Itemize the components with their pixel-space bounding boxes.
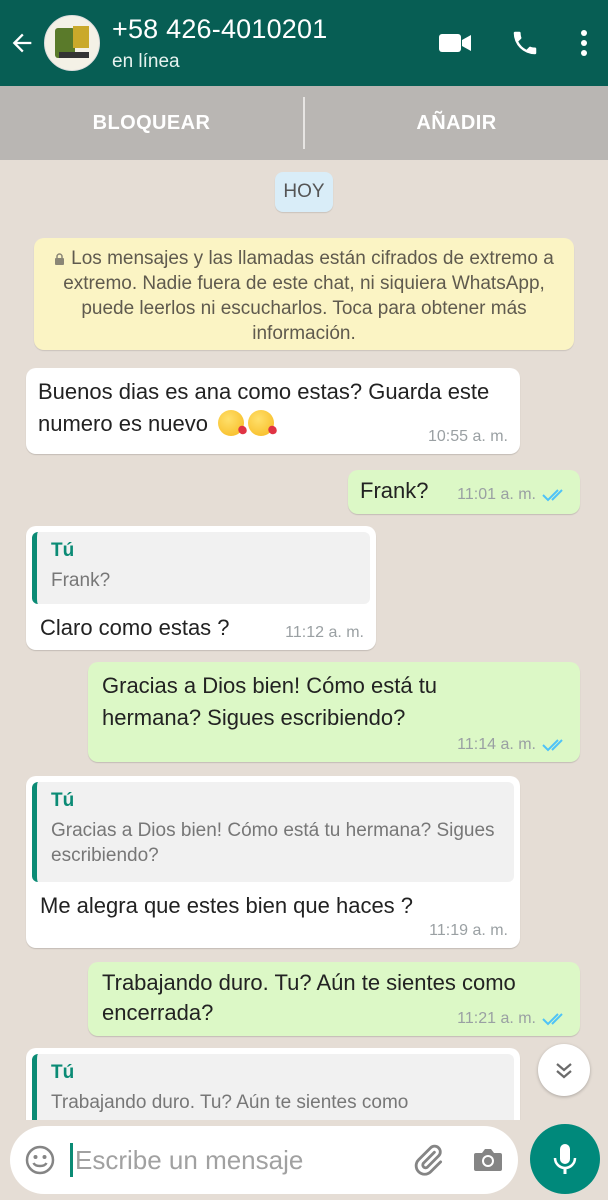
message-text: Me alegra que estes bien que haces ? — [40, 893, 414, 918]
arrow-left-icon — [12, 33, 32, 53]
block-button[interactable]: BLOQUEAR — [0, 112, 303, 135]
quote-text: Trabajando duro. Tu? Aún te sientes como — [51, 1092, 409, 1113]
paperclip-icon — [414, 1144, 443, 1176]
message-text: Claro como estas ? — [40, 615, 230, 640]
smiley-icon — [25, 1145, 55, 1175]
message-time: 11:21 a. m. — [457, 1010, 568, 1028]
message-input[interactable]: Escribe un mensaje — [75, 1145, 398, 1176]
message-time-text: 11:01 a. m. — [457, 486, 536, 503]
text-cursor — [70, 1143, 73, 1177]
message-time-text: 10:55 a. m. — [427, 428, 508, 445]
microphone-icon — [553, 1144, 577, 1174]
chat-area[interactable]: HOY Los mensajes y las llamadas están ci… — [0, 160, 608, 1120]
message-composer: Escribe un mensaje — [10, 1126, 518, 1194]
camera-icon — [474, 1149, 502, 1171]
double-chevron-down-icon — [556, 1063, 572, 1079]
message-bubble-incoming[interactable]: Tú Gracias a Dios bien! Cómo está tu her… — [26, 776, 520, 948]
date-chip: HOY — [275, 172, 333, 212]
more-vert-icon — [581, 30, 587, 56]
message-bubble-outgoing[interactable]: Trabajando duro. Tu? Aún te sientes como… — [88, 962, 580, 1036]
encryption-notice-text: Los mensajes y las llamadas están cifrad… — [63, 248, 554, 344]
message-time: 11:19 a. m. — [429, 922, 508, 940]
message-bubble-incoming[interactable]: Tú Trabajando duro. Tu? Aún te sientes c… — [26, 1048, 520, 1120]
contact-status: en línea — [112, 50, 180, 72]
video-call-button[interactable] — [420, 0, 490, 86]
contact-avatar[interactable] — [44, 15, 100, 71]
message-bubble-outgoing[interactable]: Frank? 11:01 a. m. — [348, 470, 580, 514]
message-bubble-incoming[interactable]: Buenos dias es ana como estas? Guarda es… — [26, 368, 520, 454]
quote-author: Tú — [51, 540, 75, 561]
double-check-read-icon — [542, 489, 563, 502]
message-time: 11:14 a. m. — [457, 736, 568, 754]
emoji-button[interactable] — [10, 1126, 70, 1194]
quoted-message[interactable]: Tú Frank? — [32, 532, 370, 604]
kissing-face-emoji-icon — [218, 410, 245, 436]
double-check-read-icon — [542, 739, 563, 752]
message-time: 11:12 a. m. — [285, 624, 364, 642]
chat-header: +58 426-4010201 en línea — [0, 0, 608, 86]
add-contact-button[interactable]: AÑADIR — [305, 112, 608, 135]
message-time-text: 11:14 a. m. — [457, 736, 536, 753]
double-check-read-icon — [542, 1013, 563, 1026]
message-time: 11:01 a. m. — [457, 486, 568, 504]
quote-text: Gracias a Dios bien! Cómo está tu herman… — [51, 820, 495, 866]
phone-icon — [513, 31, 537, 55]
quoted-message[interactable]: Tú Gracias a Dios bien! Cómo está tu her… — [32, 782, 514, 882]
attach-button[interactable] — [398, 1126, 458, 1194]
camera-button[interactable] — [458, 1126, 518, 1194]
quote-author: Tú — [51, 790, 75, 811]
quoted-message[interactable]: Tú Trabajando duro. Tu? Aún te sientes c… — [32, 1054, 514, 1120]
message-text: Gracias a Dios bien! Cómo está tu herman… — [102, 673, 438, 730]
message-text: Trabajando duro. Tu? Aún te sientes como… — [102, 970, 516, 1025]
scroll-to-bottom-button[interactable] — [538, 1044, 590, 1096]
message-bubble-outgoing[interactable]: Gracias a Dios bien! Cómo está tu herman… — [88, 662, 580, 762]
contact-info[interactable]: +58 426-4010201 en línea — [112, 14, 420, 73]
voice-record-button[interactable] — [530, 1124, 600, 1194]
kissing-face-emoji-icon — [248, 410, 275, 436]
video-camera-icon — [439, 34, 471, 52]
message-time-text: 11:21 a. m. — [457, 1010, 536, 1027]
contact-name: +58 426-4010201 — [112, 13, 328, 44]
message-text: Frank? — [360, 478, 429, 503]
voice-call-button[interactable] — [490, 0, 560, 86]
message-bubble-incoming[interactable]: Tú Frank? Claro como estas ? 11:12 a. m. — [26, 526, 376, 650]
overflow-menu-button[interactable] — [560, 0, 608, 86]
message-time: 10:55 a. m. — [428, 428, 508, 446]
encryption-notice[interactable]: Los mensajes y las llamadas están cifrad… — [34, 238, 574, 350]
unknown-contact-actions: BLOQUEAR AÑADIR — [0, 86, 608, 160]
message-time-text: 11:12 a. m. — [285, 624, 364, 641]
message-time-text: 11:19 a. m. — [429, 922, 508, 939]
lock-icon — [55, 253, 65, 265]
quote-author: Tú — [51, 1062, 75, 1083]
back-button[interactable] — [0, 0, 44, 86]
quote-text: Frank? — [51, 570, 111, 591]
